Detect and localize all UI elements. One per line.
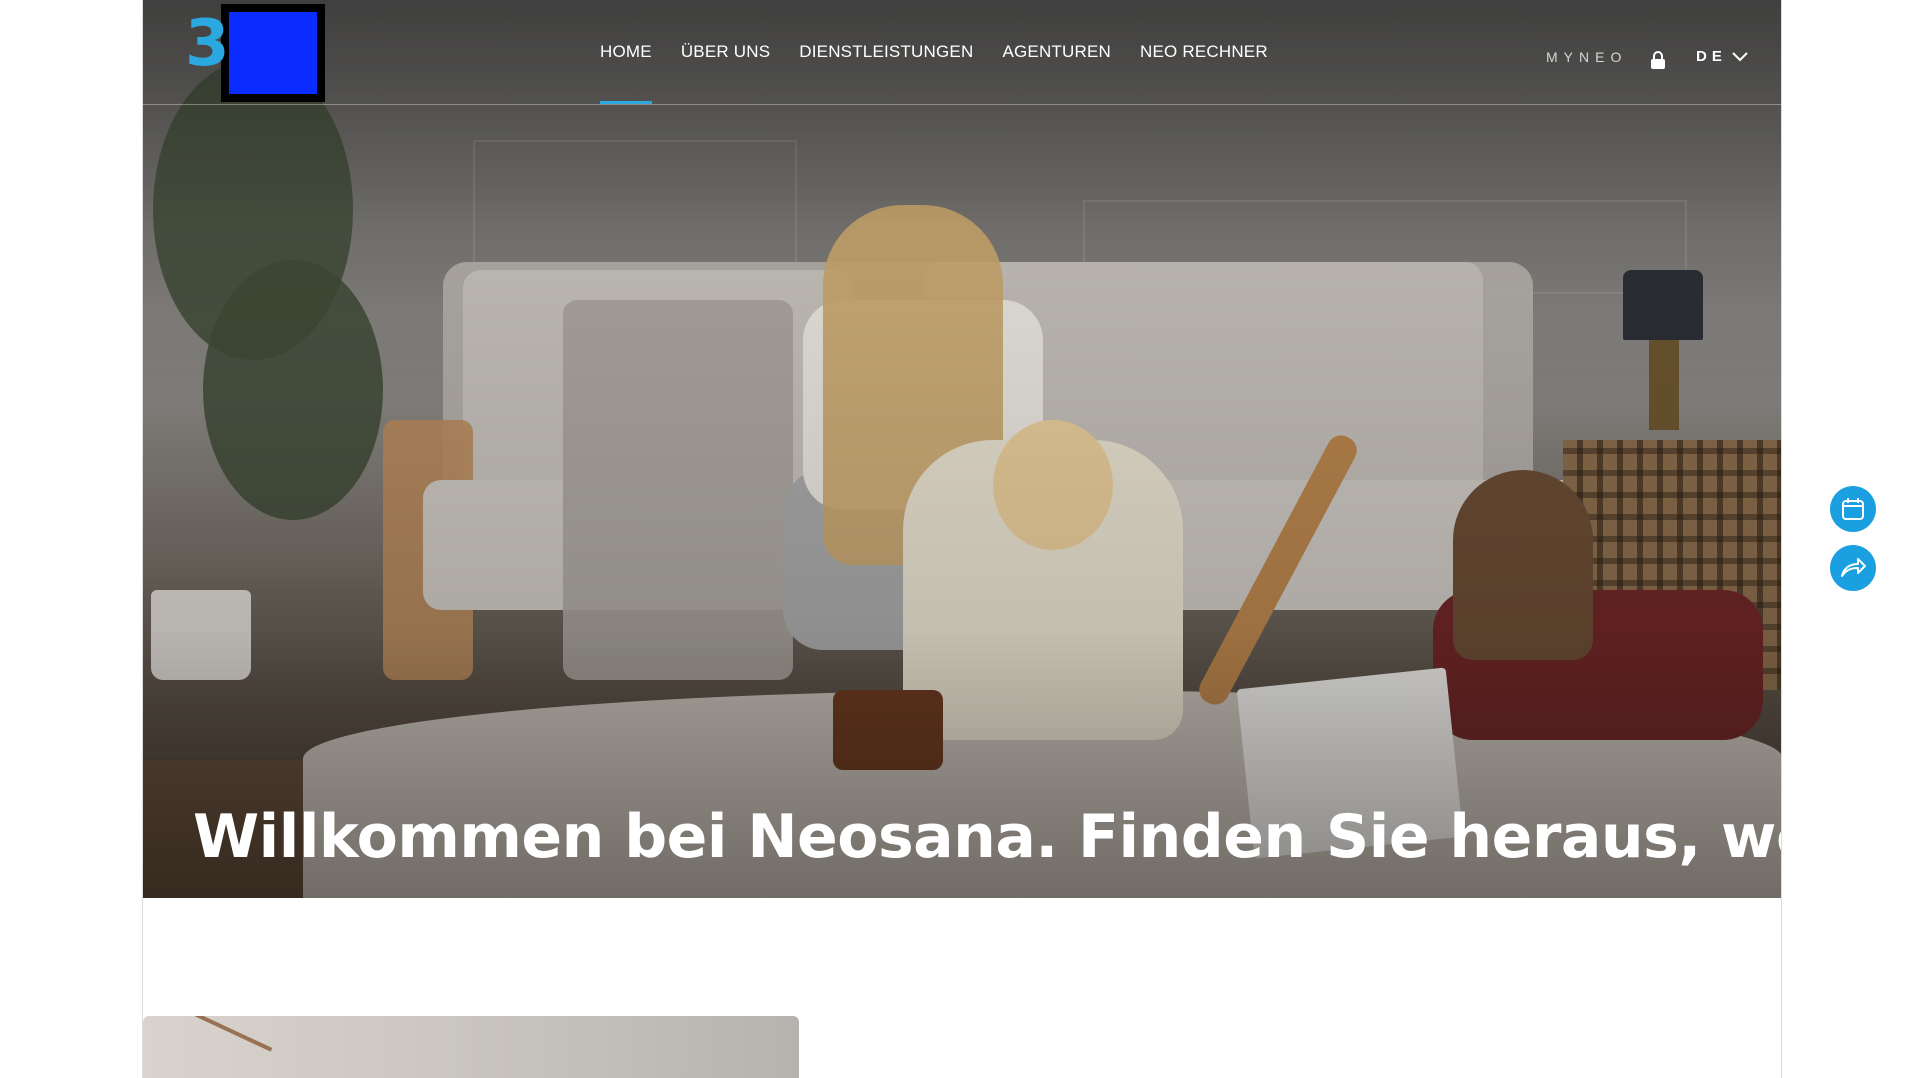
chevron-down-icon[interactable]: [1731, 50, 1749, 64]
teaser-image: [143, 1016, 799, 1078]
nav-item-dienstleistungen[interactable]: DIENSTLEISTUNGEN: [799, 0, 973, 104]
logo-digit: 3: [185, 7, 230, 81]
main-nav: HOME ÜBER UNS DIENSTLEISTUNGEN AGENTUREN…: [600, 0, 1268, 104]
share-icon: [1841, 558, 1866, 577]
hero-overlay: [143, 0, 1781, 898]
calendar-button[interactable]: [1830, 486, 1876, 532]
calendar-icon: [1842, 498, 1864, 520]
hero-section: 3 HOME ÜBER UNS DIENSTLEISTUNGEN AGENTUR…: [143, 0, 1781, 898]
site-logo[interactable]: 3: [185, 4, 325, 102]
page-container: 3 HOME ÜBER UNS DIENSTLEISTUNGEN AGENTUR…: [142, 0, 1782, 1078]
nav-item-ueber-uns[interactable]: ÜBER UNS: [681, 0, 770, 104]
hero-title: Willkommen bei Neosana. Finden Sie herau…: [193, 802, 1781, 873]
lock-icon[interactable]: [1649, 50, 1667, 70]
logo-box-inner: [229, 12, 317, 94]
site-header: 3 HOME ÜBER UNS DIENSTLEISTUNGEN AGENTUR…: [143, 0, 1781, 105]
nav-item-neo-rechner[interactable]: NEO RECHNER: [1140, 0, 1268, 104]
share-button[interactable]: [1830, 545, 1876, 591]
myneo-link[interactable]: MYNEO: [1546, 49, 1627, 65]
teaser-decoration: [163, 1016, 273, 1078]
nav-item-home[interactable]: HOME: [600, 0, 652, 104]
language-selector[interactable]: DE: [1696, 48, 1727, 65]
nav-item-agenturen[interactable]: AGENTUREN: [1002, 0, 1111, 104]
